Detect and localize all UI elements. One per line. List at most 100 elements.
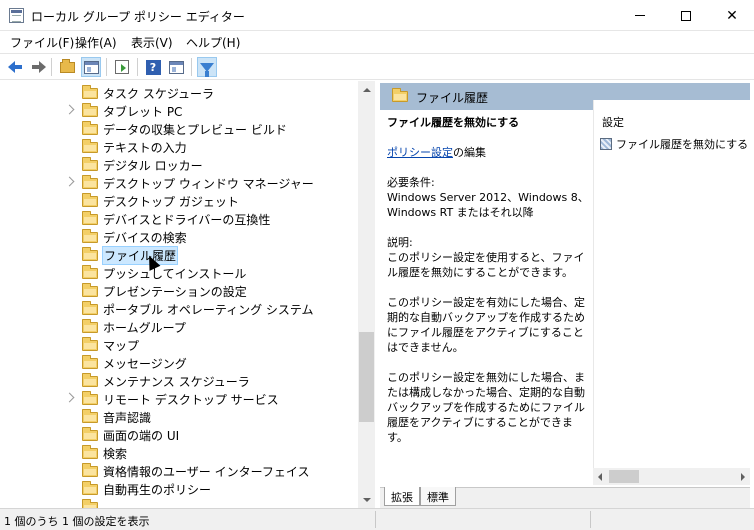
tree-item[interactable]: 自動再生のポリシー [0, 480, 358, 498]
tree-item[interactable]: メッセージング [0, 354, 358, 372]
filter-button[interactable] [197, 57, 217, 77]
setting-row[interactable]: ファイル履歴を無効にする [600, 136, 748, 152]
back-button[interactable] [4, 57, 24, 77]
scroll-down-button[interactable] [358, 491, 375, 508]
status-text: 1 個のうち 1 個の設定を表示 [4, 515, 150, 528]
tree-item-label: マップ [103, 339, 140, 353]
scroll-thumb[interactable] [359, 332, 374, 422]
filter-icon [200, 62, 214, 77]
tree-item-label: プッシュしてインストール [103, 267, 247, 281]
tree-item[interactable]: タブレット PC [0, 102, 358, 120]
folder-icon [82, 427, 98, 441]
folder-icon [82, 193, 98, 207]
folder-icon [82, 175, 98, 189]
back-arrow-icon [7, 61, 22, 73]
requirements-text: Windows Server 2012、Windows 8、Windows RT… [387, 191, 589, 219]
tree-item[interactable]: テキストの入力 [0, 138, 358, 156]
folder-icon [82, 481, 98, 495]
tree-item[interactable]: デバイスとドライバーの互換性 [0, 210, 358, 228]
tree-item[interactable]: ファイル履歴 [0, 246, 358, 265]
help-button[interactable]: ? [143, 57, 163, 77]
scroll-up-button[interactable] [358, 81, 375, 98]
menu-help[interactable]: ヘルプ(H) [186, 34, 240, 51]
chevron-right-icon[interactable] [64, 392, 75, 403]
tree-item[interactable]: ポータブル オペレーティング システム [0, 300, 358, 318]
export-list-icon [115, 60, 129, 74]
tree-item[interactable]: デスクトップ ガジェット [0, 192, 358, 210]
maximize-button[interactable] [663, 0, 709, 31]
properties-button[interactable] [166, 57, 186, 77]
tree-item[interactable]: デスクトップ ウィンドウ マネージャー [0, 174, 358, 192]
tree-item-label: 資格情報のユーザー インターフェイス [103, 465, 310, 479]
forward-arrow-icon [31, 61, 46, 73]
tree-item-label: メンテナンス スケジューラ [103, 375, 250, 389]
tree-item[interactable]: ホームグループ [0, 318, 358, 336]
toolbar-separator [137, 58, 138, 76]
tree-item[interactable]: タスク スケジューラ [0, 84, 358, 102]
tree-item[interactable]: 資格情報のユーザー インターフェイス [0, 462, 358, 480]
up-arrow-icon [362, 87, 371, 92]
menu-action[interactable]: 操作(A) [75, 34, 117, 51]
tree-item[interactable]: マップ [0, 336, 358, 354]
tree-item-label: プレゼンテーションの設定 [103, 285, 247, 299]
up-level-button[interactable] [57, 57, 77, 77]
tree-item[interactable]: リモート デスクトップ サービス [0, 390, 358, 408]
folder-icon [82, 229, 98, 243]
requirements-label: 必要条件: [387, 176, 435, 189]
chevron-right-icon[interactable] [64, 104, 75, 115]
tree-item[interactable]: メンテナンス スケジューラ [0, 372, 358, 390]
details-header-title: ファイル履歴 [416, 91, 489, 105]
help-icon: ? [145, 59, 161, 75]
column-header-setting[interactable]: 設定 [602, 114, 624, 130]
folder-icon [82, 121, 98, 135]
tree-item[interactable]: プレゼンテーションの設定 [0, 282, 358, 300]
tree-item[interactable]: ... [0, 498, 358, 508]
close-icon: ✕ [726, 7, 738, 24]
right-arrow-icon [741, 473, 745, 481]
left-arrow-icon [598, 473, 602, 481]
window-title: ローカル グループ ポリシー エディター [31, 10, 245, 24]
description-label: 説明: [387, 236, 413, 249]
maximize-icon [681, 10, 691, 21]
tree-vertical-scrollbar[interactable] [358, 81, 375, 508]
settings-list: 設定 ファイル履歴を無効にする [593, 100, 750, 484]
tree-item[interactable]: データの収集とプレビュー ビルド [0, 120, 358, 138]
menu-file[interactable]: ファイル(F) [10, 34, 74, 51]
tree-item-label: ファイル履歴 [102, 246, 179, 265]
export-list-button[interactable] [112, 57, 132, 77]
tree-item[interactable]: デバイスの検索 [0, 228, 358, 246]
tree-item[interactable]: プッシュしてインストール [0, 264, 358, 282]
tab-standard[interactable]: 標準 [420, 487, 456, 506]
tree-item-label: 検索 [103, 447, 128, 461]
menu-bar: ファイル(F) 操作(A) 表示(V) ヘルプ(H) [0, 31, 754, 53]
tree-item-label: デバイスの検索 [103, 231, 187, 245]
tree-item-label: テキストの入力 [103, 141, 187, 155]
view-tabs: 拡張 標準 [380, 487, 750, 508]
description-paragraph-2: このポリシー設定を有効にした場合、定期的な自動バックアップを作成するためにファイ… [387, 296, 585, 354]
details-pane: ファイル履歴 ファイル履歴を無効にする ポリシー設定の編集 必要条件: Wind… [380, 83, 750, 508]
tree-item[interactable]: 検索 [0, 444, 358, 462]
policy-description: ファイル履歴を無効にする ポリシー設定の編集 必要条件: Windows Ser… [387, 115, 593, 445]
folder-icon [82, 139, 98, 153]
chevron-right-icon[interactable] [64, 176, 75, 187]
folder-icon [82, 103, 98, 117]
show-hide-tree-button[interactable] [81, 57, 101, 77]
tree-item-label: リモート デスクトップ サービス [103, 393, 279, 407]
forward-button[interactable] [27, 57, 47, 77]
scroll-thumb[interactable] [609, 470, 639, 483]
close-button[interactable]: ✕ [709, 0, 754, 31]
toolbar-separator [51, 58, 52, 76]
gpedit-app-icon [9, 8, 24, 23]
settings-horizontal-scrollbar[interactable] [593, 468, 750, 485]
minimize-button[interactable] [617, 0, 663, 31]
folder-icon [82, 211, 98, 225]
tree-item[interactable]: デジタル ロッカー [0, 156, 358, 174]
folder-icon [82, 409, 98, 423]
edit-policy-link[interactable]: ポリシー設定 [387, 146, 453, 159]
edit-suffix: の編集 [453, 146, 486, 159]
toolbar: ? [0, 53, 754, 80]
menu-view[interactable]: 表示(V) [131, 34, 173, 51]
tree-item[interactable]: 音声認識 [0, 408, 358, 426]
tree-item[interactable]: 画面の端の UI [0, 426, 358, 444]
tab-extended[interactable]: 拡張 [384, 487, 420, 506]
